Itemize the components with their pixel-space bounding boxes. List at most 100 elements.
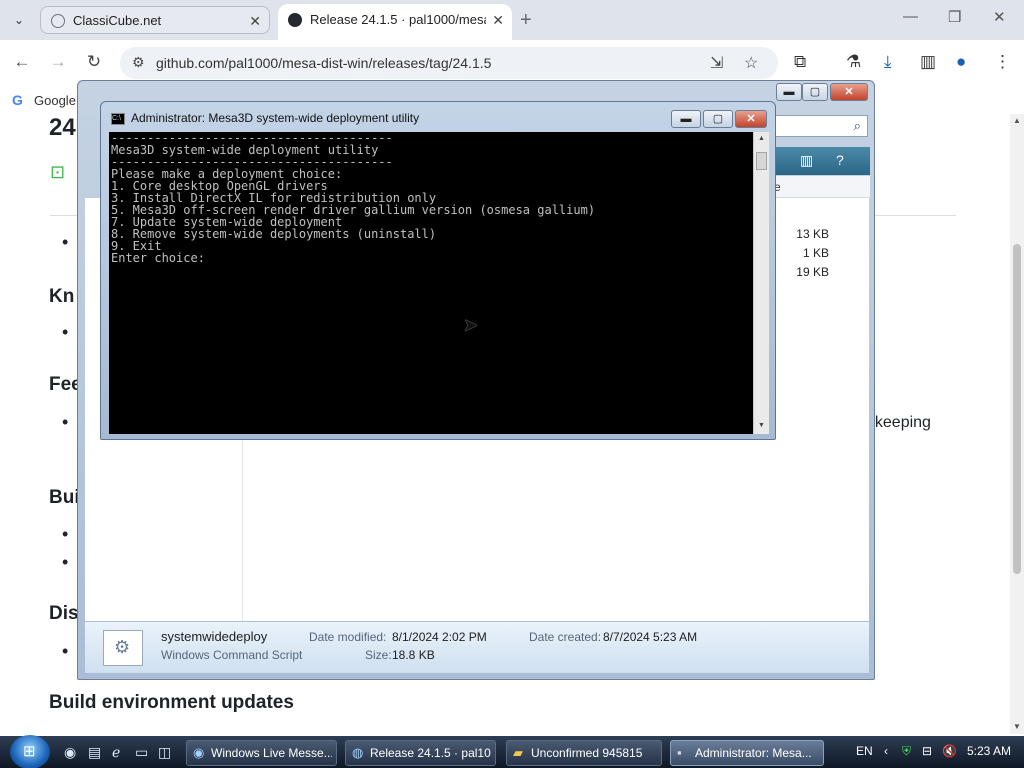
tab-github-release[interactable]: Release 24.1.5 · pal1000/mesa ✕ xyxy=(278,4,512,40)
script-file-icon: ⚙ xyxy=(103,630,143,666)
scroll-down-icon[interactable]: ▼ xyxy=(758,422,765,429)
console-output[interactable]: --------------------------------------- … xyxy=(109,132,753,434)
scroll-up-icon[interactable]: ▲ xyxy=(758,135,765,142)
forward-button[interactable]: → xyxy=(47,52,69,72)
close-tab-icon[interactable]: ✕ xyxy=(492,4,504,36)
reload-button[interactable]: ↻ xyxy=(83,52,105,72)
date-modified-value: 8/1/2024 2:02 PM xyxy=(392,630,487,644)
size-value: 18.8 KB xyxy=(392,648,435,662)
scroll-thumb[interactable] xyxy=(1013,244,1021,574)
file-size: 1 KB xyxy=(802,246,829,260)
console-prompt[interactable]: Enter choice: xyxy=(111,252,751,264)
release-title: 24 xyxy=(49,114,76,141)
ie-quicklaunch-icon[interactable]: ℯ xyxy=(112,744,120,761)
security-shield-icon[interactable]: ⛨ xyxy=(902,744,911,759)
section-heading: Build environment updates xyxy=(49,692,294,713)
profile-icon[interactable]: ● xyxy=(956,52,966,72)
list-bullet: • xyxy=(62,641,69,661)
folder-icon: ▰ xyxy=(513,745,523,760)
taskbar-item-messenger[interactable]: ◉ Windows Live Messe... xyxy=(186,740,337,766)
date-created-label: Date created: xyxy=(529,630,602,644)
switch-windows-icon[interactable]: ◫ xyxy=(158,744,171,761)
google-icon: G xyxy=(12,92,23,108)
section-heading: Kn xyxy=(49,286,75,307)
list-bullet: • xyxy=(62,524,69,544)
cmd-minimize-button[interactable]: ▬ xyxy=(671,110,701,128)
tab-title: ClassiCube.net xyxy=(73,13,162,28)
labs-flask-icon[interactable]: ⚗ xyxy=(846,52,861,72)
search-icon[interactable]: ⌕ xyxy=(854,118,861,134)
desktop-quicklaunch-icon[interactable]: ▭ xyxy=(135,744,148,761)
tab-title: Release 24.1.5 · pal1000/mesa xyxy=(310,12,486,27)
list-bullet: • xyxy=(62,552,69,572)
network-icon[interactable]: ⊟ xyxy=(922,744,932,758)
explorer-minimize-button[interactable]: ▬ xyxy=(776,83,802,101)
bookmark-google[interactable]: Google xyxy=(34,93,76,108)
volume-muted-icon[interactable]: 🔇 xyxy=(942,744,957,758)
column-header[interactable]: e xyxy=(774,176,870,198)
list-bullet: • xyxy=(62,232,69,252)
url-text[interactable]: github.com/pal1000/mesa-dist-win/release… xyxy=(156,55,491,71)
explorer-search-field[interactable]: ⌕ xyxy=(774,115,868,137)
chevron-down-icon[interactable]: ⌄ xyxy=(6,8,32,32)
show-hidden-icons-icon[interactable]: ‹ xyxy=(884,744,888,758)
task-label: Windows Live Messe... xyxy=(211,746,332,760)
globe-icon xyxy=(51,14,65,28)
clock[interactable]: 5:23 AM xyxy=(967,744,1011,758)
date-modified-label: Date modified: xyxy=(309,630,387,644)
tab-classicube[interactable]: ClassiCube.net ✕ xyxy=(40,6,270,34)
new-tab-button[interactable]: + xyxy=(520,8,532,32)
site-info-icon[interactable]: ⚙ xyxy=(132,54,145,71)
scroll-up-icon[interactable]: ▲ xyxy=(1013,116,1021,125)
cmd-window[interactable]: C:\ Administrator: Mesa3D system-wide de… xyxy=(100,101,776,440)
back-button[interactable]: ← xyxy=(11,52,33,72)
help-icon[interactable]: ? xyxy=(836,152,844,168)
extensions-icon[interactable]: ⧉ xyxy=(794,52,806,72)
start-button[interactable]: ⊞ xyxy=(10,735,50,768)
windows-logo-icon: ⊞ xyxy=(23,743,36,760)
computer-icon: ⊡ xyxy=(50,162,66,182)
cmd-maximize-button[interactable]: ▢ xyxy=(703,110,733,128)
minimize-button[interactable]: — xyxy=(903,8,918,25)
messenger-quicklaunch-icon[interactable]: ◉ xyxy=(64,744,76,761)
close-tab-icon[interactable]: ✕ xyxy=(249,7,261,33)
cmd-close-button[interactable]: ✕ xyxy=(735,110,767,128)
taskbar-item-browser[interactable]: ◍ Release 24.1.5 · pal10... xyxy=(345,740,496,766)
messenger-icon: ◉ xyxy=(193,745,205,760)
explorer-command-bar: ▥ ? xyxy=(774,147,870,175)
side-panel-icon[interactable]: ▥ xyxy=(920,52,936,72)
folder-quicklaunch-icon[interactable]: ▤ xyxy=(88,744,101,761)
taskbar-item-folder[interactable]: ▰ Unconfirmed 945815 xyxy=(506,740,662,766)
details-pane: ⚙ systemwidedeploy Windows Command Scrip… xyxy=(85,621,869,673)
page-scrollbar[interactable]: ▲ ▼ xyxy=(1010,114,1024,734)
close-window-button[interactable]: ✕ xyxy=(993,8,1006,26)
download-icon[interactable]: ⤓ xyxy=(884,52,892,72)
explorer-maximize-button[interactable]: ▢ xyxy=(802,83,828,101)
cmd-window-title: Administrator: Mesa3D system-wide deploy… xyxy=(131,111,420,125)
cmd-icon: C:\ xyxy=(111,113,125,125)
taskbar-item-cmd[interactable]: ▪ Administrator: Mesa... xyxy=(670,740,824,766)
address-bar[interactable]: ⚙ github.com/pal1000/mesa-dist-win/relea… xyxy=(120,47,778,79)
task-label: Unconfirmed 945815 xyxy=(531,746,643,760)
scroll-down-icon[interactable]: ▼ xyxy=(1013,722,1021,731)
console-line: 9. Exit xyxy=(111,239,162,253)
scroll-thumb[interactable] xyxy=(756,152,767,170)
menu-kebab-icon[interactable]: ⋮ xyxy=(994,52,1011,72)
body-text: f keeping xyxy=(866,414,931,431)
mouse-pointer-icon: ➤ xyxy=(463,315,479,335)
console-scrollbar[interactable]: ▲ ▼ xyxy=(753,132,769,434)
restore-button[interactable]: ❐ xyxy=(948,8,961,26)
explorer-close-button[interactable]: ✕ xyxy=(830,83,868,101)
task-label: Administrator: Mesa... xyxy=(695,746,812,760)
preview-pane-icon[interactable]: ▥ xyxy=(800,152,813,169)
size-label: Size: xyxy=(365,648,392,662)
file-size: 13 KB xyxy=(796,227,829,241)
tab-strip: ⌄ ClassiCube.net ✕ Release 24.1.5 · pal1… xyxy=(0,0,1024,40)
cmd-icon: ▪ xyxy=(677,745,682,760)
install-app-icon[interactable]: ⇲ xyxy=(710,53,723,73)
list-bullet: • xyxy=(62,412,69,432)
bookmark-star-icon[interactable]: ☆ xyxy=(744,53,758,73)
github-icon xyxy=(288,13,302,27)
file-size: 19 KB xyxy=(796,265,829,279)
language-indicator[interactable]: EN xyxy=(856,744,873,758)
